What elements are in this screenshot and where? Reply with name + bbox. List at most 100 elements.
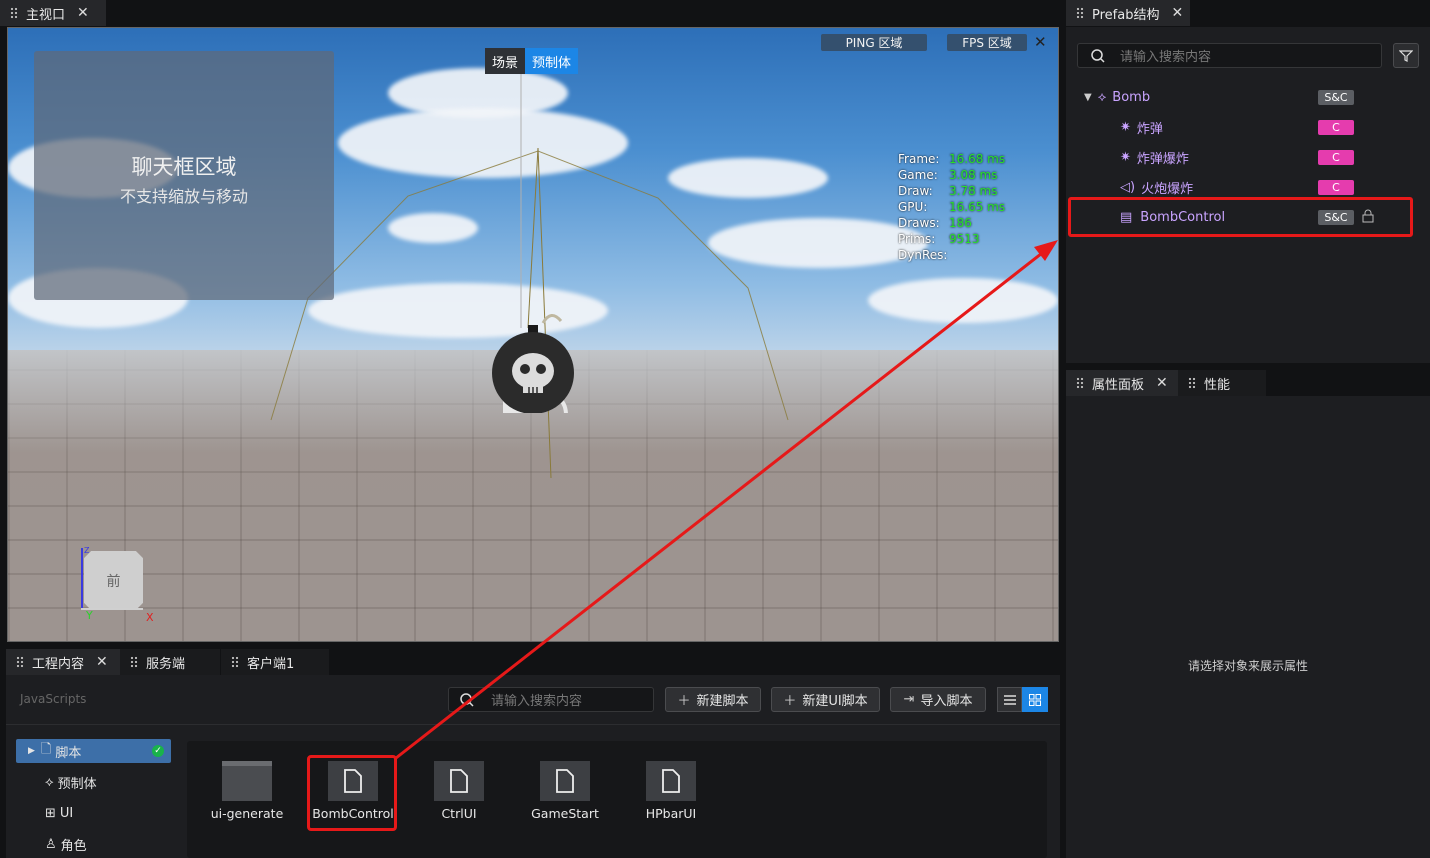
folder-icon — [222, 761, 272, 801]
drag-handle-icon[interactable] — [130, 656, 138, 668]
list-view-button[interactable] — [997, 687, 1022, 712]
tab-properties[interactable]: 属性面板 ✕ — [1066, 370, 1178, 396]
stat-key: Frame: — [898, 152, 940, 166]
stat-key: Game: — [898, 168, 938, 182]
file-item-gamestart[interactable]: GameStart — [515, 761, 615, 821]
main-viewport[interactable]: 聊天框区域 不支持缩放与移动 场景 预制体 PING 区域 FPS 区域 ✕ F… — [7, 27, 1059, 642]
tab-label: 主视口 — [26, 7, 66, 23]
ui-icon: ⊞ — [45, 805, 56, 821]
grid-icon — [1029, 693, 1041, 706]
script-file-icon — [434, 761, 484, 801]
stat-value: 3.78 ms — [949, 184, 998, 198]
new-script-button[interactable]: ＋ 新建脚本 — [665, 687, 761, 712]
tree-item-label: BombControl — [1140, 209, 1226, 225]
button-label: 导入脚本 — [920, 694, 973, 709]
file-item-ctrlui[interactable]: CtrlUI — [409, 761, 509, 821]
scene-mode-button[interactable]: 场景 — [485, 48, 526, 74]
expand-arrow-icon[interactable]: ▶ — [28, 746, 35, 756]
button-label: 新建UI脚本 — [802, 694, 868, 709]
tab-label: 客户端1 — [247, 656, 295, 672]
project-search-input[interactable]: 请输入搜索内容 — [448, 687, 654, 712]
sidebar-item-ui[interactable]: ⊞ UI — [16, 801, 171, 825]
tab-label: 服务端 — [146, 656, 186, 672]
gizmo-z-axis — [81, 548, 83, 608]
drag-handle-icon[interactable] — [16, 656, 24, 668]
stat-key: DynRes: — [898, 248, 948, 262]
tree-item-bomb-explosion[interactable]: ✷ 炸弹爆炸 C — [1120, 146, 1360, 168]
ping-area-button[interactable]: PING 区域 — [821, 34, 927, 51]
stat-value: 16.68 ms — [949, 152, 1006, 166]
sidebar-item-characters[interactable]: ♙ 角色 — [16, 832, 171, 856]
badge-client: C — [1318, 119, 1354, 135]
close-icon[interactable]: ✕ — [77, 5, 89, 21]
drag-handle-icon[interactable] — [10, 7, 18, 19]
close-icon[interactable]: ✕ — [96, 654, 108, 670]
section-title: JavaScripts — [20, 692, 87, 706]
gizmo-front-face[interactable]: 前 — [84, 551, 143, 610]
tab-main-viewport[interactable]: 主视口 ✕ — [0, 0, 106, 26]
badge-client: C — [1318, 179, 1354, 195]
drag-handle-icon[interactable] — [231, 656, 239, 668]
drag-handle-icon[interactable] — [1076, 7, 1084, 19]
fps-area-button[interactable]: FPS 区域 — [947, 34, 1027, 51]
orientation-gizmo[interactable]: 前 Z Y X — [81, 546, 154, 624]
script-icon: ▤ — [1120, 209, 1133, 225]
expand-arrow-icon[interactable]: ▼ — [1084, 92, 1092, 103]
lock-icon[interactable] — [1362, 209, 1374, 223]
sidebar-item-prefabs[interactable]: ⟡ 预制体 — [16, 770, 171, 794]
chat-area-title: 聊天框区域 — [131, 155, 237, 179]
mode-switch: 场景 预制体 — [485, 48, 579, 74]
effect-icon: ✷ — [1120, 149, 1131, 165]
file-label: CtrlUI — [441, 806, 477, 821]
import-script-button[interactable]: ⇥ 导入脚本 — [890, 687, 986, 712]
bomb-model — [492, 314, 574, 413]
chat-area: 聊天框区域 不支持缩放与移动 — [34, 51, 334, 300]
stat-value: 16.65 ms — [949, 200, 1006, 214]
file-item-ui-generate[interactable]: ui-generate — [197, 761, 297, 821]
search-icon — [1091, 48, 1105, 63]
stat-value: 3.08 ms — [949, 168, 998, 182]
file-label: ui-generate — [210, 806, 284, 821]
close-icon[interactable]: ✕ — [1034, 33, 1047, 51]
gizmo-x-label: X — [146, 611, 154, 624]
tab-performance[interactable]: 性能 — [1178, 370, 1266, 396]
list-icon — [1003, 694, 1016, 705]
stat-value: 9513 — [949, 232, 980, 246]
sidebar-item-label: 预制体 — [57, 776, 97, 792]
prefab-mode-button[interactable]: 预制体 — [525, 48, 579, 74]
drag-handle-icon[interactable] — [1076, 377, 1084, 389]
tree-item-label: 炸弹 — [1136, 121, 1163, 137]
project-content-panel: JavaScripts 请输入搜索内容 ＋新建脚本 ＋新建UI脚本 ⇥ 导入脚本 … — [6, 675, 1060, 858]
tab-client1[interactable]: 客户端1 — [221, 649, 329, 675]
tree-item-cannon-explosion[interactable]: ◁) 火炮爆炸 C — [1120, 176, 1360, 198]
tab-project-content[interactable]: 工程内容 ✕ — [6, 649, 120, 675]
tab-label: 工程内容 — [32, 656, 85, 672]
button-label: 新建脚本 — [696, 694, 749, 709]
search-icon — [460, 692, 474, 707]
tree-item-bomb-effect[interactable]: ✷ 炸弹 C — [1120, 116, 1360, 138]
new-ui-script-button[interactable]: ＋ 新建UI脚本 — [771, 687, 880, 712]
file-item-bombcontrol[interactable]: BombControl — [303, 761, 403, 821]
badge-server-client: S&C — [1318, 89, 1354, 105]
stat-key: Draws: — [898, 216, 940, 230]
tab-server[interactable]: 服务端 — [120, 649, 220, 675]
grid-view-button[interactable] — [1022, 687, 1048, 712]
stat-row: Draw: 3.78 ms — [898, 183, 1005, 199]
stat-key: GPU: — [898, 200, 928, 214]
tree-item-bomb[interactable]: ▼ ⟡ Bomb S&C — [1084, 86, 1354, 108]
close-icon[interactable]: ✕ — [1171, 5, 1183, 21]
filter-button[interactable] — [1393, 43, 1419, 68]
tree-item-bombcontrol[interactable]: ▤ BombControl S&C — [1120, 206, 1380, 228]
sidebar-item-scripts[interactable]: ▶ 🗋 脚本 ✓ — [16, 739, 171, 763]
performance-stats: Frame: 16.68 ms Game: 3.08 ms Draw: 3.78 ms… — [898, 151, 1005, 263]
drag-handle-icon[interactable] — [1188, 377, 1196, 389]
prefab-search-input[interactable]: 请输入搜索内容 — [1077, 43, 1382, 68]
divider — [6, 724, 1060, 725]
stat-value: 186 — [949, 216, 972, 230]
file-item-hpbarui[interactable]: HPbarUI — [621, 761, 721, 821]
tab-label: Prefab结构 — [1092, 7, 1160, 23]
tab-prefab-structure[interactable]: Prefab结构 ✕ — [1066, 0, 1190, 26]
tree-item-label: Bomb — [1112, 89, 1151, 105]
character-icon: ♙ — [45, 836, 57, 852]
close-icon[interactable]: ✕ — [1156, 375, 1168, 391]
